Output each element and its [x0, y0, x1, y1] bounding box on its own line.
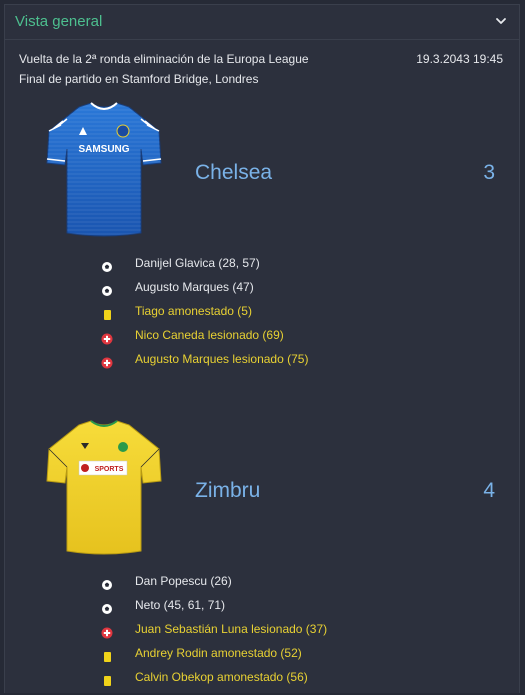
match-venue: Final de partido en Stamford Bridge, Lon… [19, 72, 259, 86]
team-home-kit-image: SAMSUNG [39, 101, 169, 237]
event-row: Juan Sebastián Luna lesionado (37) [101, 617, 501, 641]
event-text: Danijel Glavica (28, 57) [135, 256, 260, 270]
ball-icon [101, 281, 113, 296]
event-text: Augusto Marques lesionado (75) [135, 352, 309, 366]
team-away-sponsor: SPORTS [95, 466, 124, 473]
team-away-events: Dan Popescu (26) Neto (45, 61, 71) Juan … [101, 569, 501, 689]
event-row: Tiago amonestado (5) [101, 299, 501, 323]
yellow-card-icon [101, 305, 113, 320]
overview-panel: Vista general Vuelta de la 2ª ronda elim… [4, 4, 520, 693]
injury-icon [101, 623, 113, 639]
event-row: Augusto Marques (47) [101, 275, 501, 299]
event-row: Augusto Marques lesionado (75) [101, 347, 501, 371]
ball-icon [101, 257, 113, 272]
event-row: Neto (45, 61, 71) [101, 593, 501, 617]
event-text: Juan Sebastián Luna lesionado (37) [135, 622, 328, 636]
event-row: Danijel Glavica (28, 57) [101, 251, 501, 275]
team-away-name[interactable]: Zimbru [195, 479, 260, 503]
event-text: Dan Popescu (26) [135, 574, 232, 588]
injury-icon [101, 329, 113, 345]
team-home-name[interactable]: Chelsea [195, 161, 272, 185]
chevron-down-icon[interactable] [493, 13, 509, 29]
event-text: Neto (45, 61, 71) [135, 598, 226, 612]
event-row: Dan Popescu (26) [101, 569, 501, 593]
panel-title: Vista general [15, 13, 103, 30]
event-row: Nico Caneda lesionado (69) [101, 323, 501, 347]
yellow-card-icon [101, 647, 113, 662]
ball-icon [101, 575, 113, 590]
yellow-card-icon [101, 671, 113, 686]
event-text: Andrey Rodin amonestado (52) [135, 646, 302, 660]
match-info: Vuelta de la 2ª ronda eliminación de la … [19, 49, 503, 89]
event-text: Tiago amonestado (5) [135, 304, 252, 318]
event-row: Calvin Obekop amonestado (56) [101, 665, 501, 689]
event-text: Nico Caneda lesionado (69) [135, 328, 284, 342]
injury-icon [101, 353, 113, 369]
event-text: Calvin Obekop amonestado (56) [135, 670, 308, 684]
team-away-kit-image: SPORTS [39, 419, 169, 555]
team-home-events: Danijel Glavica (28, 57) Augusto Marques… [101, 251, 501, 371]
team-home-sponsor: SAMSUNG [78, 144, 129, 155]
team-home-score: 3 [483, 161, 495, 184]
ball-icon [101, 599, 113, 614]
panel-header: Vista general [5, 5, 519, 40]
event-row: Andrey Rodin amonestado (52) [101, 641, 501, 665]
team-away-score: 4 [483, 479, 495, 502]
event-text: Augusto Marques (47) [135, 280, 254, 294]
match-datetime: 19.3.2043 19:45 [416, 52, 503, 66]
